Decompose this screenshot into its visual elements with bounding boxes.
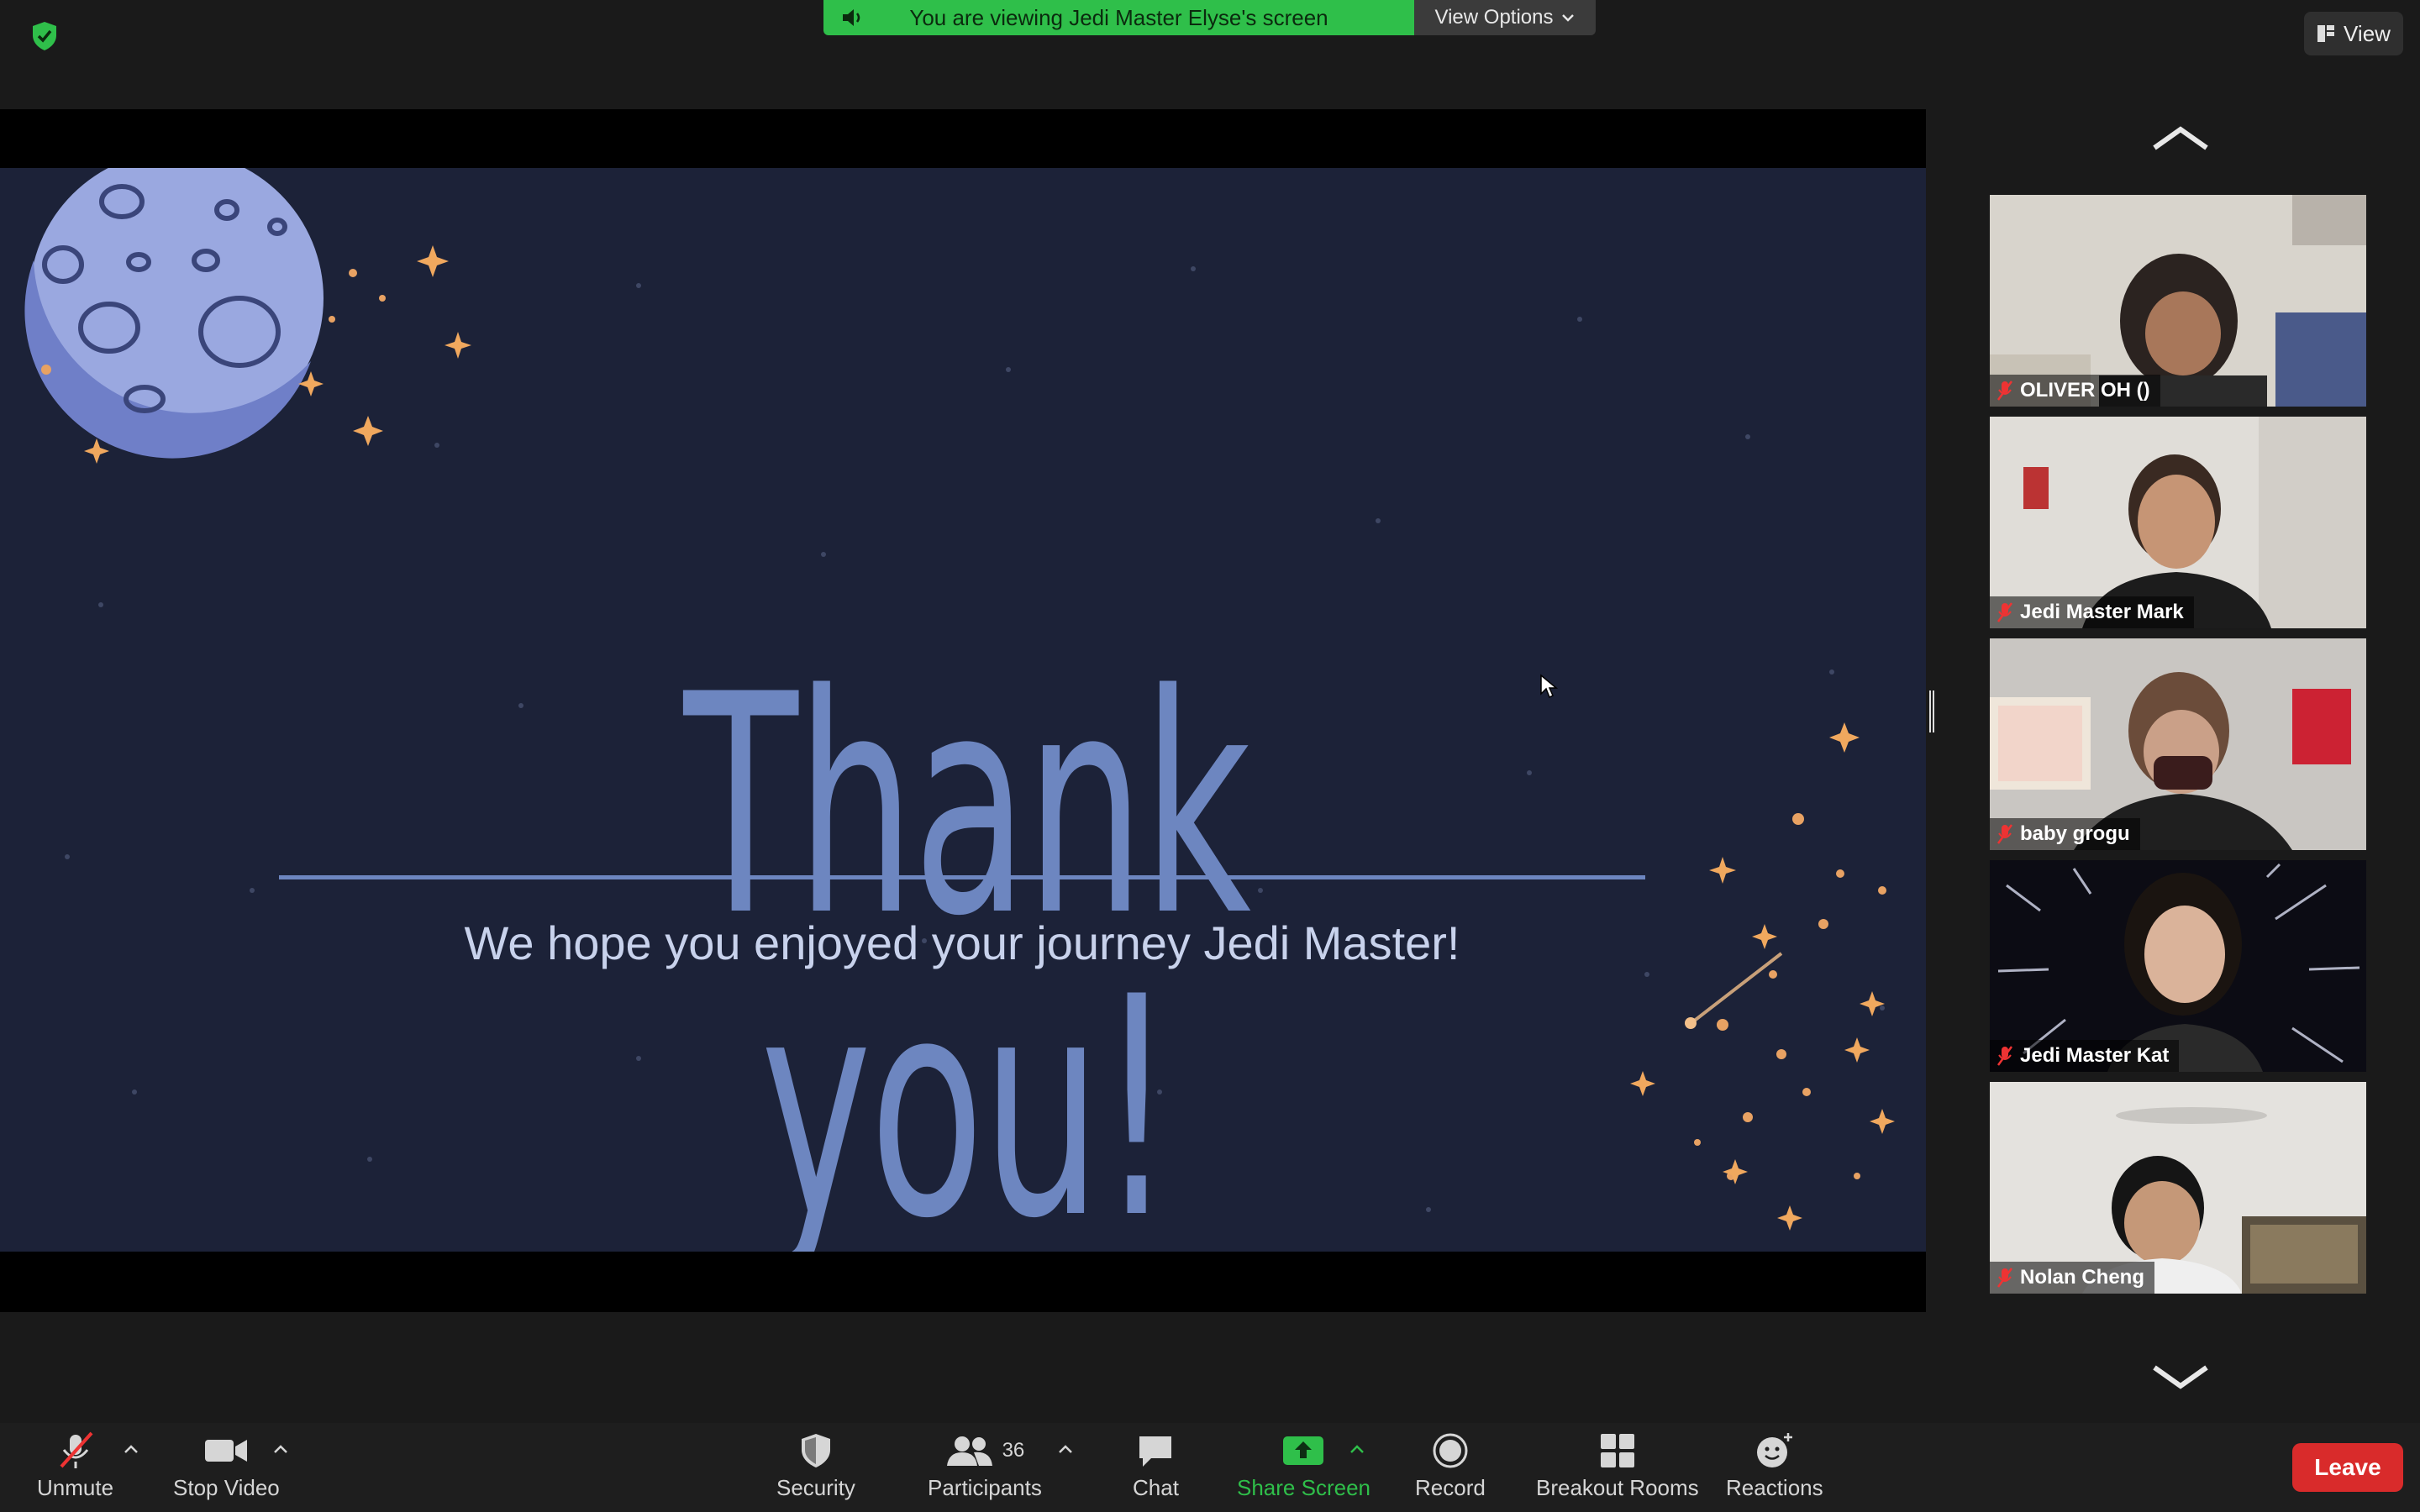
participants-button[interactable]: 36 Participants: [928, 1431, 1042, 1501]
share-screen-button[interactable]: Share Screen: [1237, 1431, 1370, 1501]
meeting-toolbar: [0, 1423, 2420, 1512]
slide: Thank you! We hope you enjoyed your jour…: [0, 168, 1926, 1252]
video-camera-icon: [205, 1440, 248, 1462]
participant-name: baby grogu: [2020, 822, 2130, 845]
chevron-down-icon: [1562, 14, 1575, 22]
banner-text: You are viewing Jedi Master Elyse's scre…: [909, 4, 1328, 30]
view-options-label: View Options: [1434, 6, 1554, 29]
unmute-label: Unmute: [37, 1475, 114, 1500]
viewing-banner: You are viewing Jedi Master Elyse's scre…: [823, 0, 1414, 35]
shield-icon[interactable]: [30, 20, 59, 52]
participant-name: Nolan Cheng: [2020, 1266, 2144, 1289]
security-shield-icon: [801, 1434, 830, 1467]
participant-name-tag: OLIVER OH (): [1990, 375, 2160, 407]
participant-tile[interactable]: Jedi Master Mark: [1990, 417, 2366, 628]
participant-tile[interactable]: Jedi Master Kat: [1990, 860, 2366, 1072]
participant-tile[interactable]: OLIVER OH (): [1990, 195, 2366, 407]
mic-muted-icon: [1996, 1268, 2013, 1288]
participant-name-tag: baby grogu: [1990, 818, 2140, 850]
participant-name-tag: Nolan Cheng: [1990, 1262, 2154, 1294]
participant-name: Jedi Master Kat: [2020, 1044, 2170, 1067]
share-screen-label: Share Screen: [1237, 1475, 1370, 1500]
chat-button[interactable]: Chat: [1133, 1431, 1179, 1501]
participant-tile[interactable]: baby grogu: [1990, 638, 2366, 850]
unmute-button[interactable]: Unmute: [37, 1431, 113, 1501]
mic-muted-icon: [60, 1431, 93, 1468]
speaker-icon[interactable]: [840, 7, 865, 29]
participant-name: OLIVER OH (): [2020, 379, 2150, 402]
breakout-rooms-button[interactable]: Breakout Rooms: [1536, 1431, 1699, 1501]
chat-icon: [1139, 1436, 1172, 1467]
participant-name: Jedi Master Mark: [2020, 601, 2184, 623]
mic-muted-icon: [1996, 381, 2013, 401]
reactions-icon: [1756, 1433, 1792, 1467]
participant-name-tag: Jedi Master Mark: [1990, 596, 2194, 628]
breakout-rooms-label: Breakout Rooms: [1536, 1475, 1699, 1500]
record-button[interactable]: Record: [1415, 1431, 1486, 1501]
mic-muted-icon: [1996, 1046, 2013, 1066]
breakout-rooms-icon: [1600, 1434, 1634, 1467]
record-icon: [1433, 1433, 1468, 1468]
chevron-up-icon[interactable]: [272, 1443, 289, 1455]
participants-label: Participants: [928, 1475, 1042, 1500]
view-button[interactable]: View: [2304, 12, 2403, 55]
security-button[interactable]: Security: [776, 1431, 855, 1501]
leave-label: Leave: [2314, 1454, 2381, 1480]
slide-divider: [279, 875, 1645, 879]
mouse-cursor-icon: [1540, 674, 1559, 699]
participants-icon-group: 36: [945, 1431, 1025, 1470]
chevron-up-icon[interactable]: [1057, 1443, 1074, 1455]
leave-button[interactable]: Leave: [2292, 1443, 2403, 1492]
view-button-label: View: [2344, 20, 2391, 46]
participants-count: 36: [1002, 1439, 1025, 1462]
slide-subtitle: We hope you enjoyed your journey Jedi Ma…: [464, 916, 1460, 969]
arrow-up-icon[interactable]: [2151, 124, 2210, 153]
participant-tile[interactable]: Nolan Cheng: [1990, 1082, 2366, 1294]
participant-name-tag: Jedi Master Kat: [1990, 1040, 2180, 1072]
reactions-label: Reactions: [1726, 1475, 1823, 1500]
security-label: Security: [776, 1475, 855, 1500]
panel-resize-handle[interactable]: [1929, 690, 1934, 732]
reactions-button[interactable]: Reactions: [1726, 1431, 1823, 1501]
participants-icon: [946, 1436, 992, 1466]
arrow-down-icon[interactable]: [2151, 1362, 2210, 1391]
mic-muted-icon: [1996, 602, 2013, 622]
moon-illustration: [24, 168, 324, 459]
chevron-up-icon[interactable]: [1349, 1443, 1365, 1455]
chevron-up-icon[interactable]: [123, 1443, 139, 1455]
stop-video-label: Stop Video: [173, 1475, 280, 1500]
stop-video-button[interactable]: Stop Video: [173, 1431, 280, 1501]
chat-label: Chat: [1133, 1475, 1179, 1500]
view-options-button[interactable]: View Options: [1414, 0, 1596, 35]
mic-muted-icon: [1996, 824, 2013, 844]
record-label: Record: [1415, 1475, 1486, 1500]
share-screen-icon: [1283, 1436, 1324, 1465]
view-grid-icon: [2317, 25, 2335, 42]
